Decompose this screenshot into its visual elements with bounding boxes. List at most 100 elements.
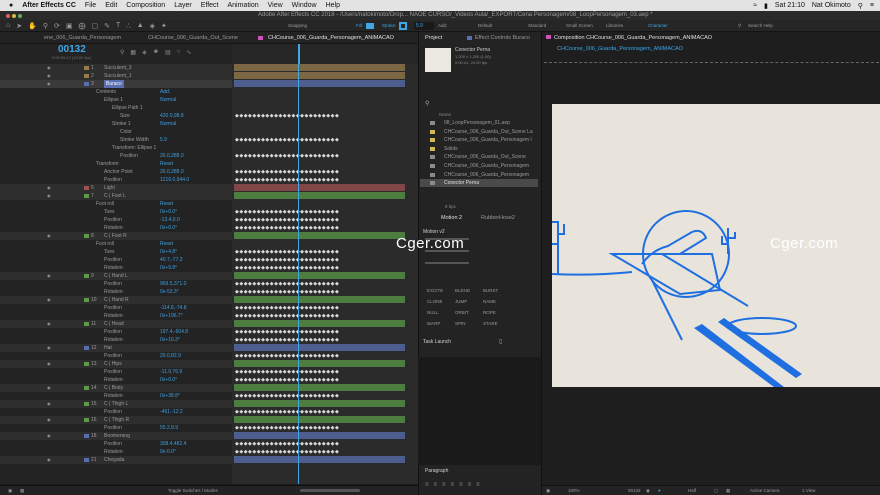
layer-duration-bar[interactable] — [234, 456, 405, 463]
keyframes[interactable]: ◆◆◆◆◆◆◆◆◆◆◆◆◆◆◆◆◆◆◆◆◆◆◆◆ — [235, 177, 403, 184]
property-value[interactable]: 0x-0.0° — [160, 448, 176, 456]
layer-name[interactable]: Toes — [104, 208, 115, 216]
keyframes[interactable]: ◆◆◆◆◆◆◆◆◆◆◆◆◆◆◆◆◆◆◆◆◆◆◆◆ — [235, 305, 403, 312]
comp-breadcrumb[interactable]: CHCourse_006_Guarda_Personagem_ANIMACAO — [557, 43, 683, 55]
search-help-input[interactable]: Search Help — [748, 23, 808, 28]
layer-duration-bar[interactable] — [234, 400, 405, 407]
menu-composition[interactable]: Composition — [126, 2, 165, 9]
home-icon[interactable]: ⌂ — [6, 22, 10, 30]
label-color-swatch[interactable] — [84, 274, 89, 278]
layer-name[interactable]: Rotation — [104, 224, 123, 232]
property-row[interactable]: Stroke 1 Normal — [0, 120, 232, 128]
property-row[interactable]: Rotation 0x-53.3° — [0, 288, 232, 296]
project-item[interactable]: CHCourse_006_Guarda_Personagem — [420, 162, 538, 170]
visibility-eye-icon[interactable]: ◉ — [47, 401, 53, 406]
tab-timeline-2[interactable]: CHCourse_006_Guarda_Out_Scene — [148, 32, 238, 44]
layer-row[interactable]: ◉ 18 Boomerang — [0, 432, 232, 440]
workspace-character[interactable]: Character — [648, 23, 668, 28]
layer-name[interactable]: Toes — [104, 248, 115, 256]
keyframes[interactable]: ◆◆◆◆◆◆◆◆◆◆◆◆◆◆◆◆◆◆◆◆◆◆◆◆ — [235, 113, 403, 120]
layer-duration-bar[interactable] — [234, 344, 405, 351]
layer-name[interactable]: Position — [104, 352, 122, 360]
roi-icon[interactable]: ▢ — [714, 488, 718, 494]
label-color-swatch[interactable] — [84, 402, 89, 406]
property-value[interactable]: Add: — [160, 88, 170, 96]
property-row[interactable]: Position 29.0,82.9 — [0, 352, 232, 360]
layer-name[interactable]: Rotation — [104, 336, 123, 344]
tab-effect-controls[interactable]: Effect Controls Buraco — [475, 32, 530, 44]
motion-button-name[interactable]: NAME — [483, 299, 496, 304]
property-row[interactable]: Position -461.-12.2 — [0, 408, 232, 416]
property-row[interactable]: Ellipse Path 1 — [0, 104, 232, 112]
snapshot-icon[interactable]: ◉ — [646, 488, 650, 494]
hand-tool-icon[interactable]: ✋ — [28, 22, 37, 30]
tab-project[interactable]: Project — [425, 32, 442, 44]
property-row[interactable]: Ellipse 1 Normal — [0, 96, 232, 104]
visibility-eye-icon[interactable]: ◉ — [47, 345, 53, 350]
current-timecode[interactable]: 00132 — [58, 44, 86, 55]
layer-name[interactable]: Rotation — [104, 264, 123, 272]
layer-row[interactable]: ◉ 13 C | Hips — [0, 360, 232, 368]
layer-duration-bar[interactable] — [234, 184, 405, 191]
project-item[interactable]: CHCourse_006_Guarda_Out_Scene — [420, 153, 538, 161]
label-color-swatch[interactable] — [84, 66, 89, 70]
property-value[interactable]: 40.7,-77.2 — [160, 256, 183, 264]
property-value[interactable]: 308.4,482.4 — [160, 440, 186, 448]
layer-duration-bar[interactable] — [234, 296, 405, 303]
project-item[interactable]: Conector Perna — [420, 179, 538, 188]
draft-3d-icon[interactable]: ◈ — [142, 49, 147, 56]
views[interactable]: 1 View — [802, 488, 815, 493]
menu-view[interactable]: View — [268, 2, 283, 9]
project-item[interactable]: 08_LoopPersonagem_01.aep — [420, 119, 538, 127]
property-row[interactable]: Rotation 0x+16.3° — [0, 336, 232, 344]
time-ruler[interactable] — [232, 44, 418, 64]
layer-name[interactable]: C | Thigh L — [104, 400, 128, 408]
property-row[interactable]: Stroke Width 5.9 — [0, 136, 232, 144]
layer-duration-bar[interactable] — [234, 432, 405, 439]
layer-row[interactable]: ◉ 12 Hat — [0, 344, 232, 352]
layer-row[interactable]: ◉ 21 Chegada — [0, 456, 232, 464]
property-value[interactable]: 0x+196.7° — [160, 312, 183, 320]
workspace-default[interactable]: Default — [478, 23, 492, 28]
keyframes[interactable]: ◆◆◆◆◆◆◆◆◆◆◆◆◆◆◆◆◆◆◆◆◆◆◆◆ — [235, 393, 403, 400]
property-row[interactable]: Size 420.0,98.8 — [0, 112, 232, 120]
label-color-swatch[interactable] — [84, 418, 89, 422]
layer-row[interactable]: ◉ 10 C | Hand R — [0, 296, 232, 304]
property-value[interactable]: 0x-53.3° — [160, 288, 179, 296]
keyframes[interactable]: ◆◆◆◆◆◆◆◆◆◆◆◆◆◆◆◆◆◆◆◆◆◆◆◆ — [235, 289, 403, 296]
user-name[interactable]: Nat Okimoto — [812, 2, 851, 9]
keyframes[interactable]: ◆◆◆◆◆◆◆◆◆◆◆◆◆◆◆◆◆◆◆◆◆◆◆◆ — [235, 217, 403, 224]
layer-row[interactable]: ◉ 1 Succulent_3 — [0, 64, 232, 72]
property-row[interactable]: Position 969.5,371.0 — [0, 280, 232, 288]
property-value[interactable]: 969.5,371.0 — [160, 280, 186, 288]
motion-button-burst[interactable]: BURST — [483, 288, 498, 293]
property-row[interactable]: Anchor Point 26.0,288.0 — [0, 168, 232, 176]
motion-button-excite[interactable]: EXCITE — [427, 288, 443, 293]
selection-tool-icon[interactable]: ➤ — [16, 22, 22, 30]
tab-motion-2[interactable]: Motion 2 — [441, 212, 462, 224]
property-row[interactable]: Position 26.0,288.0 — [0, 152, 232, 160]
property-row[interactable]: Rotation 0x+38.8° — [0, 392, 232, 400]
layer-duration-bar[interactable] — [234, 192, 405, 199]
label-color-swatch[interactable] — [84, 74, 89, 78]
layer-row[interactable]: ◉ 9 C | Hand L — [0, 272, 232, 280]
label-color-swatch[interactable] — [84, 458, 89, 462]
layer-name[interactable]: Transform — [96, 160, 119, 168]
layer-name[interactable]: Rotation — [104, 312, 123, 320]
keyframes[interactable]: ◆◆◆◆◆◆◆◆◆◆◆◆◆◆◆◆◆◆◆◆◆◆◆◆ — [235, 441, 403, 448]
battery-icon[interactable]: ▮ — [764, 2, 768, 10]
stroke-width-field[interactable]: 5.9 — [414, 22, 434, 30]
rotate-tool-icon[interactable]: ⟳ — [54, 22, 60, 30]
align-left-icon[interactable]: ≡ — [425, 482, 429, 488]
visibility-eye-icon[interactable]: ◉ — [47, 273, 53, 278]
property-row[interactable]: Position 40.7,-77.2 — [0, 256, 232, 264]
layer-name[interactable]: C | Hips — [104, 360, 122, 368]
menu-effect[interactable]: Effect — [201, 2, 219, 9]
motion-button-warp[interactable]: WARP — [427, 321, 440, 326]
property-row[interactable]: Toes 0x+4.8° — [0, 248, 232, 256]
flowchart-icon[interactable]: ▦ — [20, 488, 24, 494]
bpc-label[interactable]: 8 bpc — [445, 204, 456, 209]
project-item[interactable]: CHCourse_006_Guarda_Personagem l — [420, 136, 538, 144]
property-row[interactable]: Foot roll Reset — [0, 200, 232, 208]
layer-duration-bar[interactable] — [234, 80, 405, 87]
